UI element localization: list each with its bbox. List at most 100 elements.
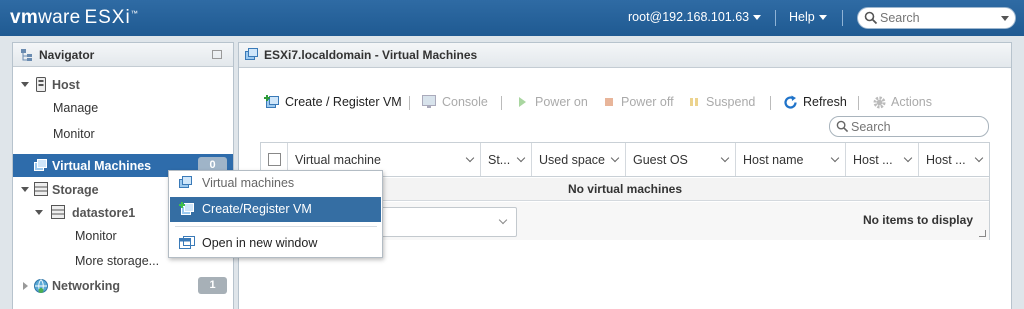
context-menu: Virtual machines Create/Register VM Open… bbox=[168, 170, 383, 258]
chevron-down-icon[interactable] bbox=[516, 153, 526, 163]
column-guest-os[interactable]: Guest OS bbox=[626, 143, 736, 176]
console-icon bbox=[422, 95, 436, 108]
column-used-space[interactable]: Used space bbox=[532, 143, 626, 176]
column-label: Used space bbox=[539, 153, 606, 167]
stop-icon bbox=[605, 98, 613, 106]
create-vm-icon bbox=[264, 95, 279, 108]
help-menu[interactable]: Help bbox=[789, 10, 827, 24]
column-label: Host ... bbox=[853, 153, 893, 167]
top-bar: vmware ESXi™ root@192.168.101.63 Help bbox=[0, 0, 1024, 36]
search-icon bbox=[836, 120, 849, 133]
nav-item-label: Monitor bbox=[53, 127, 95, 141]
grid-search-input[interactable] bbox=[851, 119, 981, 134]
resize-grip-icon[interactable] bbox=[979, 230, 986, 237]
column-label: Guest OS bbox=[633, 153, 688, 167]
pause-icon bbox=[690, 98, 698, 106]
vm-icon bbox=[245, 48, 258, 60]
gear-icon bbox=[873, 96, 886, 109]
count-badge: 1 bbox=[198, 277, 227, 294]
nav-item-monitor[interactable]: Monitor bbox=[13, 122, 233, 145]
nav-item-label: Networking bbox=[52, 279, 121, 293]
column-host-memory[interactable]: Host ... bbox=[919, 143, 989, 176]
nav-item-label: More storage... bbox=[75, 254, 160, 268]
chevron-down-icon[interactable] bbox=[974, 153, 984, 163]
power-on-label: Power on bbox=[535, 95, 588, 109]
divider bbox=[501, 96, 502, 110]
context-menu-title: Virtual machines bbox=[202, 176, 295, 190]
nav-item-label: Virtual Machines bbox=[52, 159, 152, 173]
chevron-down-icon bbox=[818, 15, 827, 21]
refresh-icon bbox=[784, 95, 797, 109]
nav-item-label: Monitor bbox=[75, 229, 117, 243]
console-label: Console bbox=[442, 95, 488, 109]
divider bbox=[775, 10, 776, 26]
datastore-icon bbox=[51, 205, 65, 219]
nav-item-host[interactable]: Host bbox=[13, 73, 233, 96]
chevron-down-icon[interactable] bbox=[610, 153, 620, 163]
menu-item-label: Open in new window bbox=[202, 236, 318, 250]
menu-divider bbox=[175, 226, 377, 227]
page-size-dropdown[interactable] bbox=[371, 207, 517, 237]
navigator-icon bbox=[21, 49, 32, 61]
nav-item-label: Host bbox=[52, 78, 80, 92]
items-status: No items to display bbox=[862, 213, 973, 227]
global-search[interactable] bbox=[857, 7, 1016, 29]
column-label: Host ... bbox=[926, 153, 966, 167]
panel-header: ESXi7.localdomain - Virtual Machines bbox=[239, 43, 1011, 68]
chevron-down-icon[interactable] bbox=[465, 153, 475, 163]
nav-item-label: datastore1 bbox=[72, 206, 136, 220]
user-menu[interactable]: root@192.168.101.63 bbox=[628, 10, 762, 24]
divider bbox=[842, 10, 843, 26]
column-host-cpu[interactable]: Host ... bbox=[846, 143, 919, 176]
vm-icon bbox=[34, 159, 47, 171]
navigator-header: Navigator bbox=[13, 43, 233, 67]
grid-search[interactable] bbox=[829, 116, 989, 137]
menu-item-create-register-vm[interactable]: Create/Register VM bbox=[170, 197, 381, 222]
new-window-icon bbox=[179, 236, 195, 249]
menu-item-label: Create/Register VM bbox=[202, 202, 312, 216]
collapse-arrow-icon[interactable] bbox=[21, 82, 29, 87]
column-status[interactable]: St... bbox=[481, 143, 532, 176]
panel-title: ESXi7.localdomain - Virtual Machines bbox=[264, 48, 478, 62]
menu-item-open-new-window[interactable]: Open in new window bbox=[170, 231, 381, 256]
chevron-down-icon[interactable] bbox=[1001, 16, 1009, 21]
column-host-name[interactable]: Host name bbox=[736, 143, 846, 176]
column-label: Virtual machine bbox=[295, 153, 381, 167]
storage-icon bbox=[34, 182, 48, 196]
global-search-input[interactable] bbox=[880, 10, 998, 26]
divider bbox=[409, 96, 410, 110]
minimize-icon[interactable] bbox=[212, 50, 222, 59]
power-off-label: Power off bbox=[621, 95, 674, 109]
select-all-checkbox[interactable] bbox=[268, 153, 281, 166]
chevron-down-icon bbox=[498, 215, 508, 225]
nav-item-label: Storage bbox=[52, 183, 99, 197]
vm-icon bbox=[179, 176, 192, 188]
create-label: Create / Register VM bbox=[285, 95, 402, 109]
search-icon bbox=[864, 11, 878, 25]
column-label: Host name bbox=[743, 153, 804, 167]
collapse-arrow-icon[interactable] bbox=[35, 210, 43, 215]
chevron-down-icon bbox=[753, 15, 762, 21]
refresh-label: Refresh bbox=[803, 95, 847, 109]
nav-item-label: Manage bbox=[53, 101, 99, 115]
actions-label: Actions bbox=[891, 95, 932, 109]
user-label: root@192.168.101.63 bbox=[628, 10, 750, 24]
nav-item-manage[interactable]: Manage bbox=[13, 96, 233, 119]
divider bbox=[858, 96, 859, 110]
context-menu-header: Virtual machines bbox=[170, 171, 381, 196]
nav-item-networking[interactable]: Networking 1 bbox=[13, 274, 233, 297]
column-label: St... bbox=[488, 153, 511, 167]
chevron-down-icon[interactable] bbox=[720, 153, 730, 163]
help-label: Help bbox=[789, 10, 815, 24]
suspend-label: Suspend bbox=[706, 95, 756, 109]
create-vm-icon bbox=[179, 202, 194, 215]
divider bbox=[770, 96, 771, 110]
expand-arrow-icon[interactable] bbox=[23, 282, 28, 290]
vmware-esxi-logo: vmware ESXi™ bbox=[10, 7, 139, 28]
chevron-down-icon[interactable] bbox=[903, 153, 913, 163]
navigator-title: Navigator bbox=[39, 48, 95, 62]
chevron-down-icon[interactable] bbox=[830, 153, 840, 163]
network-icon bbox=[34, 279, 48, 293]
collapse-arrow-icon[interactable] bbox=[21, 187, 29, 192]
play-icon bbox=[519, 97, 526, 107]
